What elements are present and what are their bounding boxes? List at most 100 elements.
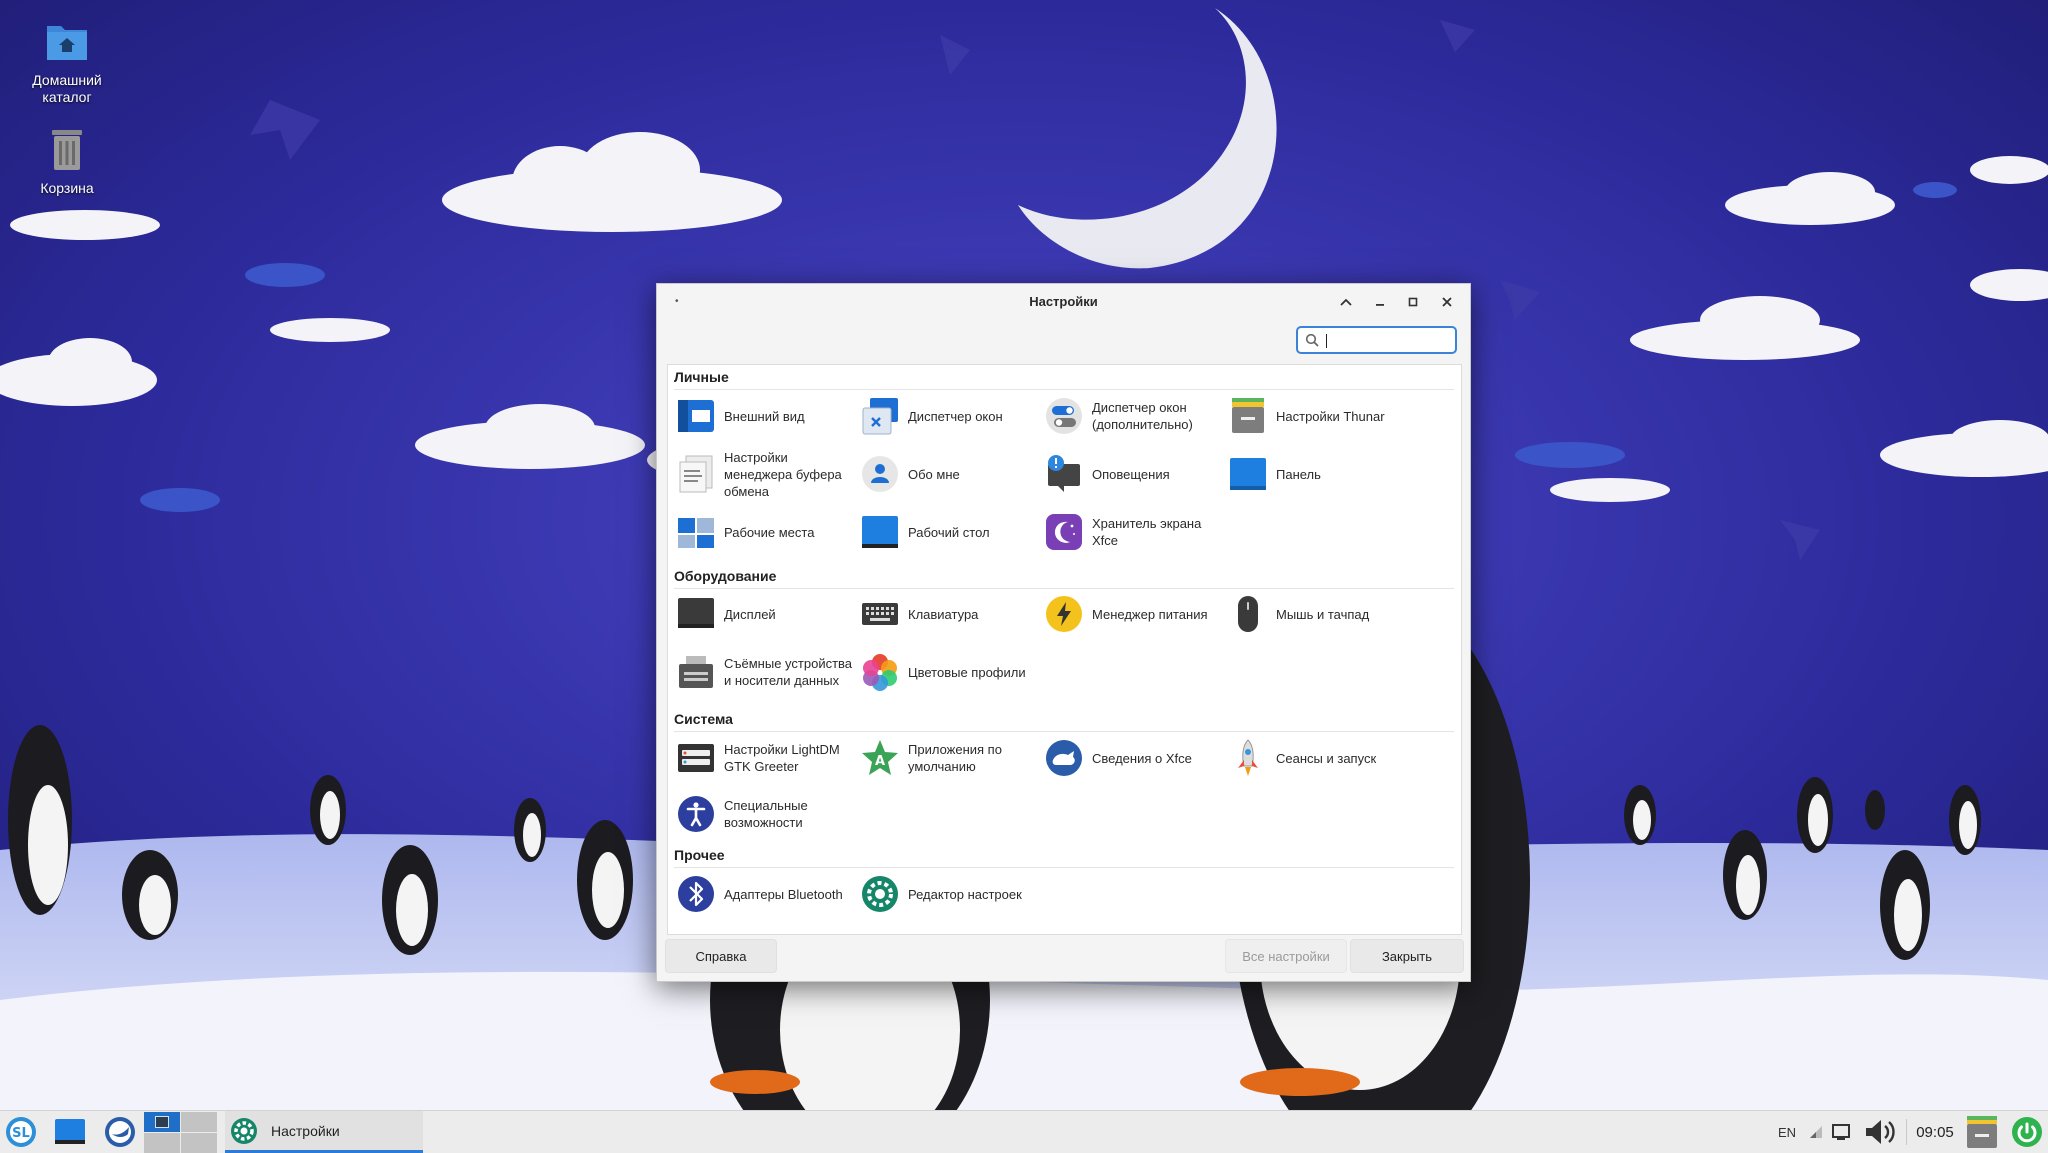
settings-window: • Настройки Личные Внешний вид Диспетчер… — [656, 283, 1471, 982]
thunar-icon — [1228, 396, 1268, 436]
xfce-about-icon — [1044, 738, 1084, 778]
item-display[interactable]: Дисплей — [676, 589, 856, 639]
appearance-icon — [676, 396, 716, 436]
clipman-icon — [1967, 1116, 1997, 1148]
item-settings-editor[interactable]: Редактор настроек — [860, 869, 1040, 919]
maximize-button[interactable] — [1400, 290, 1426, 314]
desktop-icon-label: Корзина — [40, 180, 94, 196]
workspace-4[interactable] — [180, 1132, 217, 1153]
task-settings[interactable]: Настройки — [225, 1111, 423, 1153]
app-menu-button[interactable]: SL — [2, 1111, 40, 1153]
item-bluetooth[interactable]: Адаптеры Bluetooth — [676, 869, 856, 919]
task-label: Настройки — [271, 1122, 340, 1139]
keyboard-layout[interactable]: EN — [1772, 1111, 1802, 1153]
item-color-profiles[interactable]: Цветовые профили — [860, 647, 1040, 697]
show-desktop-button[interactable] — [50, 1111, 90, 1153]
window-manager-icon — [860, 396, 900, 436]
clipboard-tray[interactable] — [1962, 1111, 2002, 1153]
workspace-1[interactable] — [143, 1111, 180, 1132]
network-tray[interactable] — [1805, 1111, 1827, 1153]
desktop-icon — [860, 512, 900, 552]
section-personal: Личные — [674, 369, 1454, 390]
section-system: Система — [674, 711, 1454, 732]
lightdm-icon — [676, 738, 716, 778]
close-button[interactable]: Закрыть — [1350, 939, 1464, 973]
workspace-2[interactable] — [180, 1111, 217, 1132]
item-desktop[interactable]: Рабочий стол — [860, 507, 1040, 557]
svg-text:A: A — [875, 754, 885, 769]
desktop-icon — [55, 1119, 85, 1144]
shade-button[interactable] — [1333, 290, 1359, 314]
section-other: Прочее — [674, 847, 1454, 868]
search-icon — [1305, 333, 1319, 347]
launcher-browser[interactable] — [100, 1111, 140, 1153]
item-lightdm[interactable]: Настройки LightDM GTK Greeter — [676, 733, 856, 783]
whisker-menu-icon: SL — [6, 1117, 36, 1147]
section-title: Оборудование — [674, 568, 777, 584]
item-workspaces[interactable]: Рабочие места — [676, 507, 856, 557]
workspaces-icon — [676, 512, 716, 552]
item-window-manager[interactable]: Диспетчер окон — [860, 391, 1040, 441]
workspace-grid — [143, 1111, 217, 1153]
clock[interactable]: 09:05 — [1910, 1111, 1960, 1153]
item-clipboard[interactable]: Настройки менеджера буфера обмена — [676, 449, 856, 499]
volume-tray[interactable] — [1860, 1111, 1900, 1153]
item-mouse[interactable]: Мышь и тачпад — [1228, 589, 1408, 639]
item-notifications[interactable]: Оповещения — [1044, 449, 1224, 499]
search-input[interactable] — [1324, 331, 1454, 351]
trash-icon — [43, 126, 91, 174]
settings-manager-icon — [231, 1117, 257, 1144]
desktop-icon-trash[interactable]: Корзина — [12, 126, 122, 197]
item-panel[interactable]: Панель — [1228, 449, 1408, 499]
item-power-manager[interactable]: Менеджер питания — [1044, 589, 1224, 639]
text-cursor — [1326, 334, 1327, 348]
keyboard-icon — [860, 594, 900, 634]
desktop-icon-home[interactable]: Домашний каталог — [12, 18, 122, 106]
item-session-startup[interactable]: Сеансы и запуск — [1228, 733, 1408, 783]
home-folder-icon — [43, 18, 91, 66]
section-title: Прочее — [674, 847, 725, 863]
screensaver-icon — [1044, 512, 1084, 552]
minimize-button[interactable] — [1367, 290, 1393, 314]
panel-icon — [1228, 454, 1268, 494]
bluetooth-icon — [676, 874, 716, 914]
default-apps-icon: A — [860, 738, 900, 778]
display-tray[interactable] — [1828, 1111, 1854, 1153]
session-button[interactable] — [2008, 1111, 2046, 1153]
search-box[interactable] — [1296, 326, 1457, 354]
desktop-icon-label: Домашний каталог — [32, 72, 102, 105]
item-about-me[interactable]: Обо мне — [860, 449, 1040, 499]
settings-editor-icon — [860, 874, 900, 914]
item-window-manager-tweaks[interactable]: Диспетчер окон (дополнительно) — [1044, 391, 1224, 441]
item-thunar[interactable]: Настройки Thunar — [1228, 391, 1408, 441]
section-hardware: Оборудование — [674, 568, 1454, 589]
all-settings-button[interactable]: Все настройки — [1225, 939, 1347, 973]
network-icon — [1810, 1126, 1822, 1138]
chevron-up-icon — [1340, 298, 1352, 306]
section-title: Система — [674, 711, 733, 727]
minimize-icon — [1376, 304, 1384, 306]
close-window-button[interactable] — [1434, 290, 1460, 314]
close-icon — [1442, 297, 1452, 307]
workspace-switcher[interactable] — [143, 1111, 217, 1153]
removable-drives-icon — [676, 652, 716, 692]
titlebar[interactable]: • Настройки — [657, 284, 1470, 320]
volume-icon — [1866, 1120, 1895, 1144]
color-profiles-icon — [860, 652, 900, 692]
item-keyboard[interactable]: Клавиатура — [860, 589, 1040, 639]
power-manager-icon — [1044, 594, 1084, 634]
item-xfce-about[interactable]: Сведения о Xfce — [1044, 733, 1224, 783]
window-manager-tweaks-icon — [1044, 396, 1084, 436]
item-appearance[interactable]: Внешний вид — [676, 391, 856, 441]
mouse-icon — [1228, 594, 1268, 634]
item-accessibility[interactable]: Специальные возможности — [676, 789, 856, 839]
workspace-3[interactable] — [143, 1132, 180, 1153]
help-button[interactable]: Справка — [665, 939, 777, 973]
about-me-icon — [860, 454, 900, 494]
section-title: Личные — [674, 369, 729, 385]
item-screensaver[interactable]: Хранитель экрана Xfce — [1044, 507, 1224, 557]
svg-text:SL: SL — [12, 1126, 30, 1141]
item-removable-drives[interactable]: Съёмные устройства и носители данных — [676, 647, 856, 697]
item-default-apps[interactable]: A Приложения по умолчанию — [860, 733, 1040, 783]
display-icon — [676, 594, 716, 634]
